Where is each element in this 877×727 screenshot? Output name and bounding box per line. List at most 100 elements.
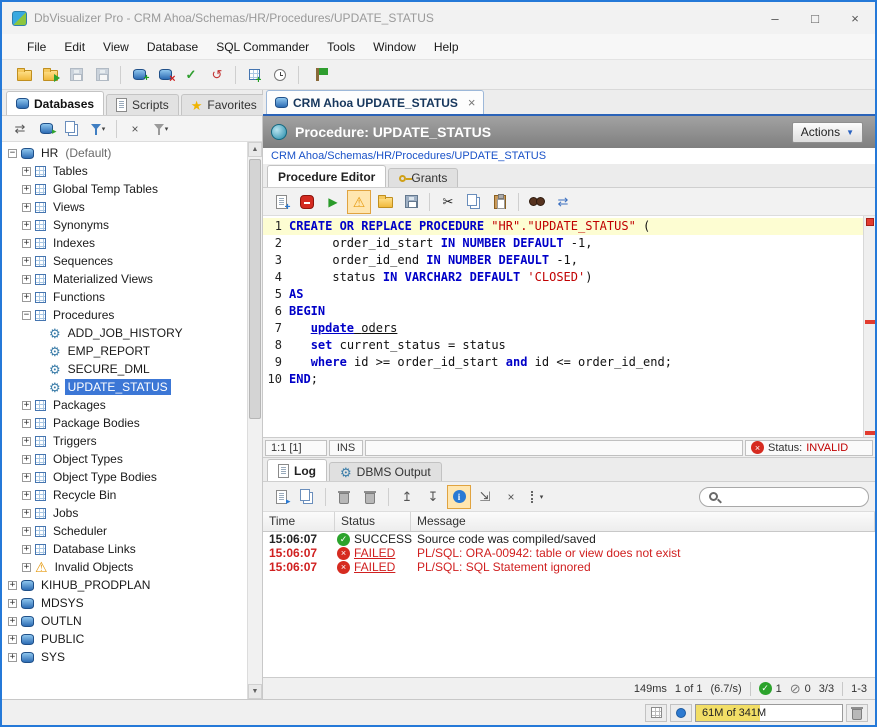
tab-favorites[interactable]: ★Favorites <box>181 94 267 115</box>
expand-toggle[interactable]: + <box>8 581 17 590</box>
error-stripe[interactable] <box>863 216 875 437</box>
expand-toggle[interactable]: + <box>22 293 31 302</box>
expand-toggle[interactable]: + <box>22 455 31 464</box>
expand-toggle[interactable]: + <box>8 599 17 608</box>
rollback-button[interactable]: ↺ <box>205 63 229 87</box>
clear-filter-button[interactable]: × <box>499 485 523 509</box>
error-mark-icon[interactable] <box>865 431 875 435</box>
log-filter-input[interactable] <box>724 491 859 503</box>
expand-toggle[interactable]: + <box>22 257 31 266</box>
log-copy-button[interactable] <box>295 485 319 509</box>
log-row[interactable]: 15:06:07×FAILEDPL/SQL: SQL Statement ign… <box>263 560 875 574</box>
tree-filter-button[interactable]: ▾ <box>86 117 110 141</box>
column-header-status[interactable]: Status <box>335 512 411 531</box>
tab-procedure-editor[interactable]: Procedure Editor <box>267 165 386 187</box>
tree-item-global-temp-tables[interactable]: +Global Temp Tables <box>2 180 247 198</box>
tree-item-update-status[interactable]: ⚙UPDATE_STATUS <box>2 378 247 396</box>
tree-item-secure-dml[interactable]: ⚙SECURE_DML <box>2 360 247 378</box>
paste-button[interactable] <box>488 190 512 214</box>
expand-toggle[interactable]: + <box>22 401 31 410</box>
tree-item-emp-report[interactable]: ⚙EMP_REPORT <box>2 342 247 360</box>
expand-toggle[interactable]: + <box>22 275 31 284</box>
collapse-toggle[interactable]: − <box>22 311 31 320</box>
tree-item-recycle-bin[interactable]: +Recycle Bin <box>2 486 247 504</box>
expand-toggle[interactable]: + <box>22 473 31 482</box>
connection-status-button[interactable] <box>670 704 692 722</box>
minimize-button[interactable]: – <box>755 2 795 34</box>
tree-item-procedures[interactable]: −Procedures <box>2 306 247 324</box>
menu-sql-commander[interactable]: SQL Commander <box>207 36 318 58</box>
tab-dbms-output[interactable]: ⚙DBMS Output <box>329 462 442 481</box>
expand-toggle[interactable]: + <box>22 509 31 518</box>
tree-item-object-type-bodies[interactable]: +Object Type Bodies <box>2 468 247 486</box>
tree-item-kihub-prodplan[interactable]: +KIHUB_PRODPLAN <box>2 576 247 594</box>
menu-database[interactable]: Database <box>138 36 207 58</box>
tree-connect-button[interactable] <box>34 117 58 141</box>
tail-log-button[interactable]: i <box>447 485 471 509</box>
expand-toggle[interactable]: + <box>22 419 31 428</box>
actions-button[interactable]: Actions ▼ <box>792 122 863 143</box>
menu-view[interactable]: View <box>94 36 138 58</box>
tree-item-packages[interactable]: +Packages <box>2 396 247 414</box>
log-clear-all-button[interactable] <box>358 485 382 509</box>
tree-item-mdsys[interactable]: +MDSYS <box>2 594 247 612</box>
tree-item-database-links[interactable]: +Database Links <box>2 540 247 558</box>
commit-button[interactable]: ✓ <box>179 63 203 87</box>
tree-item-sequences[interactable]: +Sequences <box>2 252 247 270</box>
scroll-to-bottom-button[interactable]: ↧ <box>421 485 445 509</box>
execute-button[interactable]: ▶ <box>321 190 345 214</box>
bookmark-button[interactable] <box>305 63 329 87</box>
log-clear-button[interactable] <box>332 485 356 509</box>
compile-warning-button[interactable]: ⚠ <box>347 190 371 214</box>
tree-item-public[interactable]: +PUBLIC <box>2 630 247 648</box>
scroll-to-top-button[interactable]: ↥ <box>395 485 419 509</box>
tree-item-materialized-views[interactable]: +Materialized Views <box>2 270 247 288</box>
tab-crm-ahoa-update-status[interactable]: CRM Ahoa UPDATE_STATUS × <box>266 90 484 114</box>
tree-item-object-types[interactable]: +Object Types <box>2 450 247 468</box>
copy-button[interactable] <box>462 190 486 214</box>
expand-toggle[interactable]: + <box>22 527 31 536</box>
tab-close-icon[interactable]: × <box>468 95 476 110</box>
stop-button[interactable] <box>295 190 319 214</box>
grid-status-button[interactable] <box>645 704 667 722</box>
connect-button[interactable] <box>127 63 151 87</box>
compare-button[interactable]: ⇄ <box>551 190 575 214</box>
tree-filter-off-button[interactable]: ▾ <box>149 117 173 141</box>
editor-export-button[interactable] <box>399 190 423 214</box>
tree-item-triggers[interactable]: +Triggers <box>2 432 247 450</box>
sql-editor[interactable]: 1CREATE OR REPLACE PROCEDURE "HR"."UPDAT… <box>263 216 863 437</box>
column-settings-button[interactable]: ▾ <box>525 485 549 509</box>
save-as-button[interactable] <box>90 63 114 87</box>
expand-toggle[interactable]: + <box>22 491 31 500</box>
tree-item-tables[interactable]: +Tables <box>2 162 247 180</box>
tree-scrollbar[interactable]: ▲ ▼ <box>247 142 262 699</box>
tree-item-jobs[interactable]: +Jobs <box>2 504 247 522</box>
expand-toggle[interactable]: + <box>8 617 17 626</box>
tree-item-functions[interactable]: +Functions <box>2 288 247 306</box>
column-header-time[interactable]: Time <box>263 512 335 531</box>
scroll-up-icon[interactable]: ▲ <box>248 142 262 157</box>
tree-nav-button[interactable]: ⇄ <box>8 117 32 141</box>
tree-item-hr[interactable]: −HR (Default) <box>2 144 247 162</box>
find-button[interactable] <box>525 190 549 214</box>
tree-item-views[interactable]: +Views <box>2 198 247 216</box>
disconnect-button[interactable] <box>153 63 177 87</box>
expand-toggle[interactable]: + <box>22 167 31 176</box>
new-connection-button[interactable] <box>12 63 36 87</box>
tree-item-package-bodies[interactable]: +Package Bodies <box>2 414 247 432</box>
tree-item-add-job-history[interactable]: ⚙ADD_JOB_HISTORY <box>2 324 247 342</box>
tab-log[interactable]: Log <box>267 459 327 481</box>
log-row[interactable]: 15:06:07✓SUCCESSSource code was compiled… <box>263 532 875 546</box>
scroll-down-icon[interactable]: ▼ <box>248 684 262 699</box>
new-table-button[interactable] <box>242 63 266 87</box>
tab-scripts[interactable]: Scripts <box>106 94 179 115</box>
editor-open-button[interactable] <box>373 190 397 214</box>
expand-toggle[interactable]: + <box>22 545 31 554</box>
tree-item-indexes[interactable]: +Indexes <box>2 234 247 252</box>
expand-toggle[interactable]: + <box>22 437 31 446</box>
log-export-button[interactable] <box>269 485 293 509</box>
garbage-collect-button[interactable] <box>846 704 868 722</box>
cut-button[interactable]: ✂ <box>436 190 460 214</box>
menu-window[interactable]: Window <box>364 36 425 58</box>
menu-help[interactable]: Help <box>425 36 468 58</box>
